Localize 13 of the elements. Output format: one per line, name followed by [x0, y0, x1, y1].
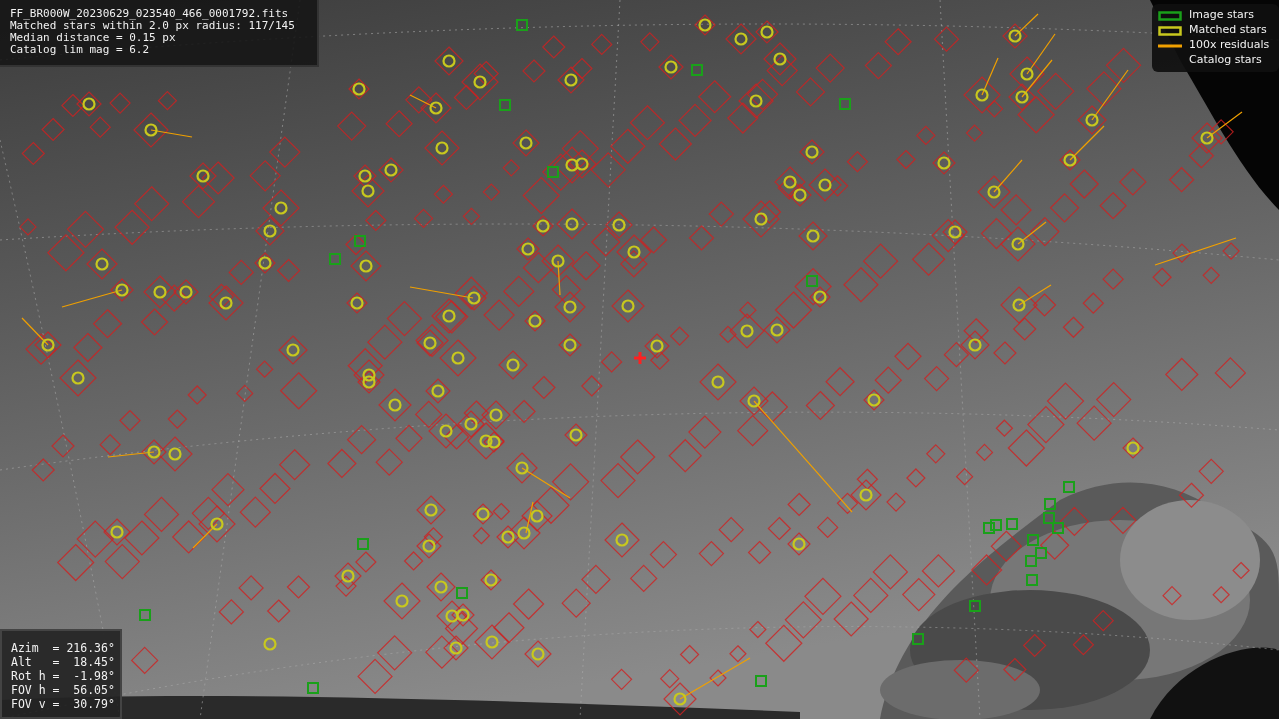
pointing-text: Azim = 216.36°	[11, 641, 115, 655]
pointing-text: FOV h = 56.05°	[11, 683, 115, 697]
info-text: Median distance = 0.15 px	[10, 32, 176, 44]
pointing-text: FOV v = 30.79°	[11, 697, 115, 711]
info-text: FF_BR000W_20230629_023540_466_0001792.fits	[10, 8, 289, 20]
legend-label: Image stars	[1189, 7, 1254, 24]
legend-label: Matched stars	[1189, 22, 1267, 39]
legend-label: 100x residuals	[1189, 37, 1270, 54]
pointing-text: Alt = 18.45°	[11, 655, 115, 669]
info-text: Matched stars within 2.0 px radius: 117/145	[10, 20, 295, 32]
pointing-text: Rot h = -1.98°	[11, 669, 115, 683]
info-text: Catalog lim mag = 6.2	[10, 44, 150, 56]
legend-label: Catalog stars	[1189, 52, 1262, 69]
